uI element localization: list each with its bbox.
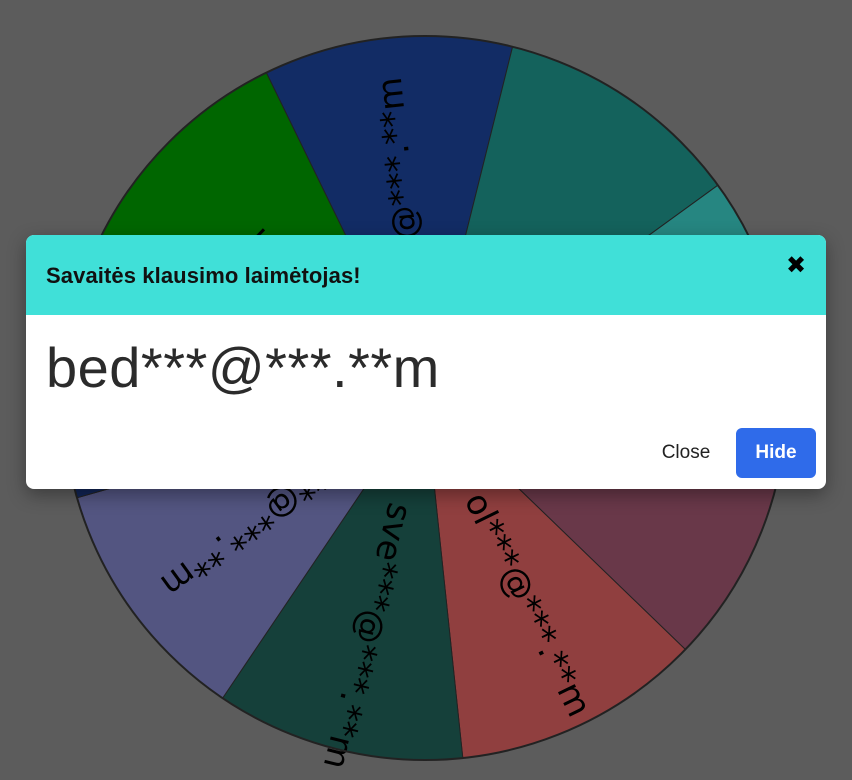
winner-modal: Savaitės klausimo laimėtojas! ✖ bed***@*… xyxy=(26,235,826,489)
modal-header: Savaitės klausimo laimėtojas! ✖ xyxy=(26,235,826,315)
hide-button[interactable]: Hide xyxy=(736,428,816,478)
close-icon[interactable]: ✖ xyxy=(784,252,808,279)
close-button[interactable]: Close xyxy=(646,428,726,478)
winner-email: bed***@***.**m xyxy=(46,336,440,399)
modal-title: Savaitės klausimo laimėtojas! xyxy=(46,263,361,288)
